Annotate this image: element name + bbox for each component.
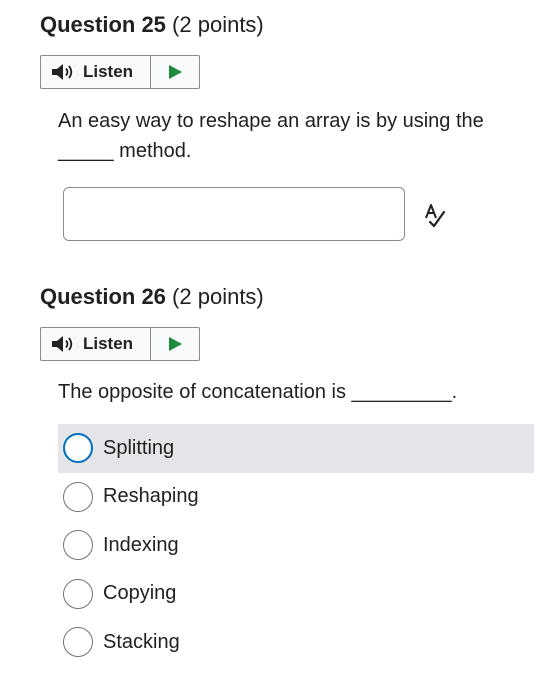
option-stacking[interactable]: Stacking: [58, 618, 534, 667]
listen-label: Listen: [83, 62, 134, 81]
option-splitting[interactable]: Splitting: [58, 424, 534, 473]
question-25-heading: Question 25 (2 points): [40, 11, 264, 39]
play-icon: [169, 65, 182, 79]
play-button[interactable]: [151, 328, 199, 360]
play-button[interactable]: [151, 56, 199, 88]
option-label: Indexing: [103, 533, 179, 556]
spell-check-icon[interactable]: [420, 200, 450, 230]
option-copying[interactable]: Copying: [58, 570, 534, 619]
option-label: Copying: [103, 582, 177, 605]
listen-toggle[interactable]: Listen: [41, 328, 151, 360]
question-points: (2 points): [172, 12, 264, 37]
radio-button[interactable]: [63, 530, 93, 561]
play-icon: [169, 337, 182, 351]
listen-toggle[interactable]: Listen: [41, 56, 151, 88]
option-label: Splitting: [103, 436, 175, 459]
radio-button[interactable]: [63, 627, 93, 658]
option-label: Reshaping: [103, 485, 199, 508]
listen-button-q25: Listen: [40, 55, 200, 89]
radio-button[interactable]: [63, 578, 93, 609]
answer-input[interactable]: [63, 187, 405, 241]
option-label: Stacking: [103, 630, 180, 653]
question-26-heading: Question 26 (2 points): [40, 283, 264, 311]
listen-button-q26: Listen: [40, 327, 200, 361]
question-number: Question 26: [40, 284, 166, 309]
speaker-icon: [51, 335, 75, 353]
question-number: Question 25: [40, 12, 166, 37]
question-points: (2 points): [172, 284, 264, 309]
question-25-prompt-line2: _____ method.: [58, 140, 192, 162]
option-indexing[interactable]: Indexing: [58, 521, 534, 570]
speaker-icon: [51, 63, 75, 81]
option-reshaping[interactable]: Reshaping: [58, 473, 534, 522]
radio-button[interactable]: [63, 481, 93, 512]
radio-button[interactable]: [63, 433, 93, 464]
listen-label: Listen: [83, 334, 134, 353]
answer-options: Splitting Reshaping Indexing Copying Sta…: [58, 424, 534, 667]
question-26-prompt: The opposite of concatenation is _______…: [58, 381, 458, 403]
question-25-prompt-line1: An easy way to reshape an array is by us…: [58, 110, 484, 132]
